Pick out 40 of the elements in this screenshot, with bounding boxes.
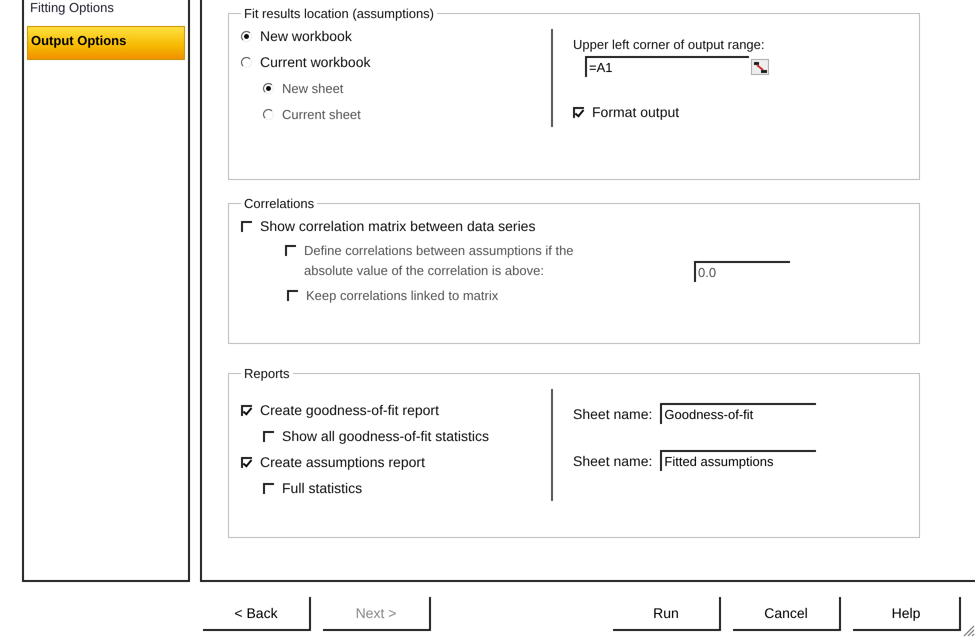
option-label: Format output: [592, 104, 680, 120]
range-field[interactable]: =A1: [585, 56, 749, 77]
field-label: Sheet name:: [573, 452, 652, 468]
sidebar-item[interactable]: Output Options: [27, 26, 185, 60]
checkbox[interactable]: [241, 404, 252, 416]
dialog-button[interactable]: Cancel: [733, 597, 841, 631]
field-label: Upper left corner of output range:: [573, 37, 766, 52]
checkbox[interactable]: [241, 456, 252, 468]
radio-button[interactable]: [263, 82, 274, 94]
dialog-button[interactable]: Help: [853, 597, 961, 631]
option-label: Create goodness-of-fit report: [260, 402, 439, 418]
option-label: Create assumptions report: [260, 454, 425, 470]
checkbox[interactable]: [573, 106, 584, 118]
option-label: New workbook: [260, 28, 352, 44]
group-title: Correlations: [243, 196, 316, 211]
radio-button[interactable]: [241, 56, 252, 68]
option-label: Keep correlations linked to matrix: [306, 288, 498, 302]
resize-grip-icon[interactable]: [961, 623, 975, 637]
option-label: Current sheet: [282, 106, 361, 122]
option-label: Show all goodness-of-fit statistics: [282, 428, 489, 444]
sidebar-item[interactable]: Fitting Options: [27, 0, 185, 22]
option-label: Show correlation matrix between data series: [260, 218, 536, 234]
option-label: Full statistics: [282, 480, 362, 496]
checkbox[interactable]: [263, 482, 274, 494]
sheet-name-field[interactable]: Fitted assumptions: [660, 450, 816, 471]
checkbox[interactable]: [241, 220, 252, 232]
option-label: New sheet: [282, 80, 344, 96]
group-title: Fit results location (assumptions): [243, 6, 436, 21]
range-picker-icon[interactable]: [751, 58, 769, 74]
option-label: Current workbook: [260, 54, 370, 70]
radio-button[interactable]: [263, 108, 274, 120]
radio-button[interactable]: [241, 30, 252, 42]
wizard-button[interactable]: < Back: [203, 597, 311, 631]
group-title: Reports: [243, 366, 291, 381]
checkbox[interactable]: [263, 430, 274, 442]
option-label: Define correlations between assumptions if the absolute value of the correlation is above:: [304, 242, 575, 280]
threshold-field[interactable]: 0.0: [694, 261, 790, 282]
sheet-name-field[interactable]: Goodness-of-fit: [660, 403, 816, 424]
field-label: Sheet name:: [573, 406, 652, 422]
dialog-button[interactable]: Run: [613, 597, 721, 631]
